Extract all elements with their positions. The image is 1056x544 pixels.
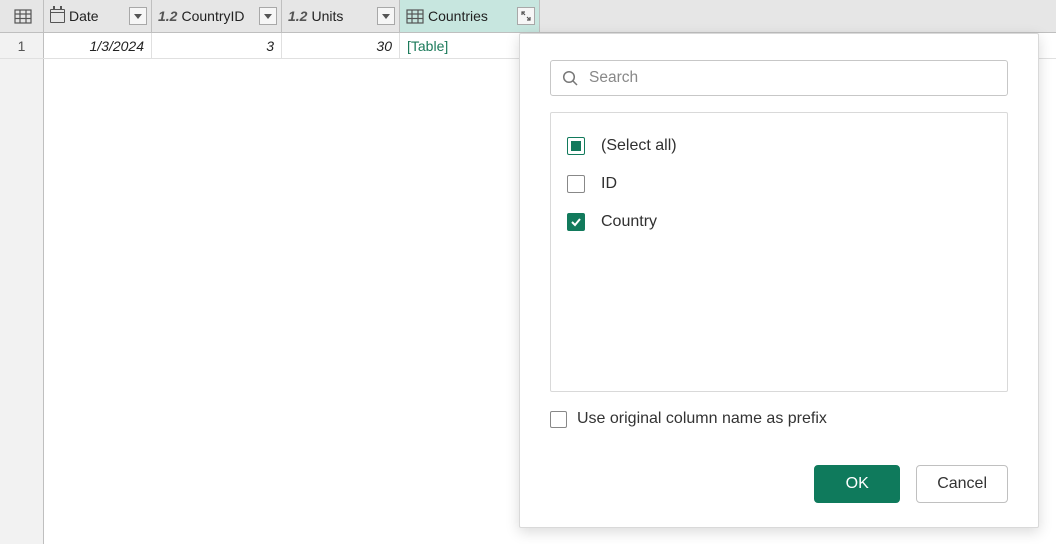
select-all-row[interactable]: (Select all) (567, 127, 991, 165)
table-icon (14, 9, 32, 24)
column-header-countryid[interactable]: 1.2 CountryID (152, 0, 282, 32)
column-filter-button[interactable] (129, 7, 147, 25)
column-label: CountryID (181, 8, 244, 24)
ok-button[interactable]: OK (814, 465, 900, 503)
column-header-row: Date 1.2 CountryID 1.2 Units Countries (0, 0, 1056, 33)
field-label: Country (601, 213, 657, 231)
column-header-date[interactable]: Date (44, 0, 152, 32)
header-filler (540, 0, 1056, 32)
cell-date[interactable]: 1/3/2024 (44, 33, 152, 58)
expand-column-popup: Search (Select all) ID Country Use origi… (519, 33, 1039, 528)
checkbox-mixed-icon (567, 137, 585, 155)
cell-units[interactable]: 30 (282, 33, 400, 58)
number-type-icon: 1.2 (288, 8, 307, 24)
checkbox-checked-icon (567, 213, 585, 231)
use-original-prefix-checkbox[interactable]: Use original column name as prefix (550, 410, 1008, 428)
table-icon (406, 9, 424, 24)
column-header-countries[interactable]: Countries (400, 0, 540, 32)
search-icon (561, 69, 579, 87)
column-label: Date (69, 8, 99, 24)
chevron-down-icon (264, 14, 272, 19)
chevron-down-icon (134, 14, 142, 19)
field-row-id[interactable]: ID (567, 165, 991, 203)
column-filter-button[interactable] (259, 7, 277, 25)
cancel-button[interactable]: Cancel (916, 465, 1008, 503)
column-filter-button[interactable] (377, 7, 395, 25)
checkbox-unchecked-icon (567, 175, 585, 193)
dialog-buttons: OK Cancel (550, 465, 1008, 503)
prefix-label: Use original column name as prefix (577, 410, 827, 428)
search-input[interactable]: Search (550, 60, 1008, 96)
field-list: (Select all) ID Country (550, 112, 1008, 392)
column-label: Units (311, 8, 343, 24)
search-placeholder: Search (589, 69, 638, 87)
cell-countryid[interactable]: 3 (152, 33, 282, 58)
column-header-units[interactable]: 1.2 Units (282, 0, 400, 32)
field-label: ID (601, 175, 617, 193)
column-label: Countries (428, 8, 488, 24)
row-index[interactable]: 1 (0, 33, 44, 58)
chevron-down-icon (382, 14, 390, 19)
select-all-label: (Select all) (601, 137, 677, 155)
row-gutter (0, 59, 44, 544)
number-type-icon: 1.2 (158, 8, 177, 24)
calendar-icon (50, 9, 65, 23)
checkbox-unchecked-icon (550, 411, 567, 428)
select-all-rows[interactable] (0, 0, 44, 32)
expand-arrows-icon (519, 9, 533, 23)
field-row-country[interactable]: Country (567, 203, 991, 241)
column-expand-button[interactable] (517, 7, 535, 25)
